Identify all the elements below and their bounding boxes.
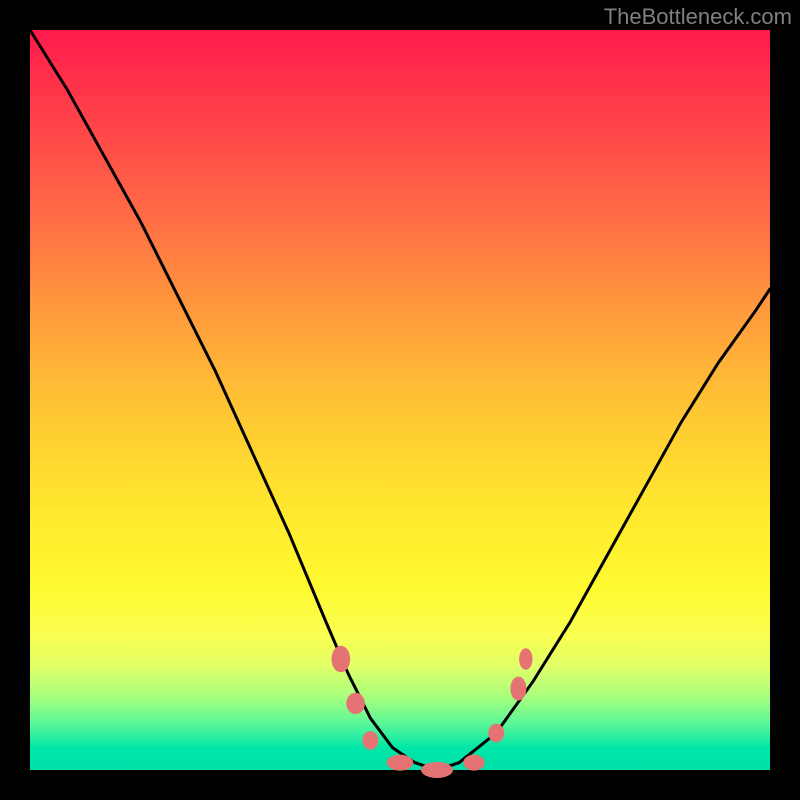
chart-overlay — [0, 0, 800, 800]
curve-marker — [519, 648, 532, 669]
curve-marker — [332, 646, 351, 673]
curve-marker — [463, 755, 484, 771]
curve-marker — [488, 724, 504, 743]
curve-marker — [510, 677, 526, 701]
chart-frame: TheBottleneck.com — [0, 0, 800, 800]
bottleneck-curve — [30, 30, 770, 770]
curve-marker — [387, 755, 414, 771]
curve-marker — [346, 693, 365, 714]
curve-marker — [421, 762, 453, 778]
curve-marker — [362, 731, 378, 750]
